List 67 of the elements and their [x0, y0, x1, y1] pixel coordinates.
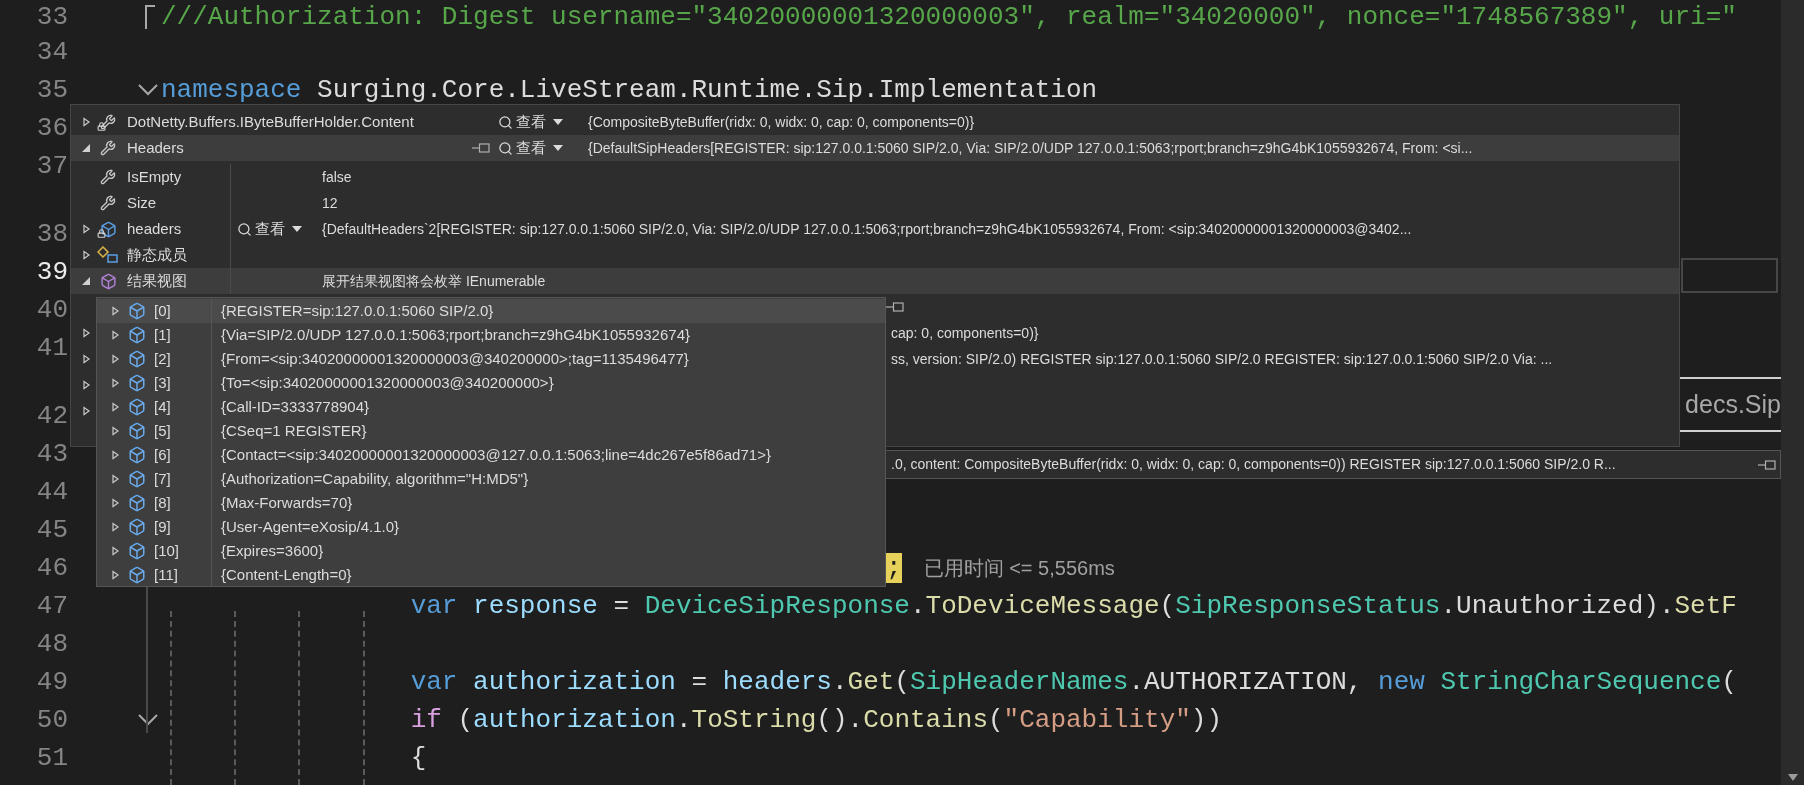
line-number: 33 — [35, 3, 68, 30]
item-value: false — [322, 167, 352, 187]
line-number: 37 — [35, 153, 68, 179]
item-value: {User-Agent=eXosip/4.1.0} — [220, 516, 400, 537]
line-number: 36 — [35, 115, 68, 141]
item-value: {CSeq=1 REGISTER} — [220, 420, 367, 441]
item-name: [7] — [154, 468, 171, 489]
line-number: 34 — [35, 39, 68, 65]
line-number: 48 — [35, 631, 68, 657]
item-value: {From=<sip:34020000001320000003@340200000>;tag=1135496477} — [220, 348, 689, 369]
item-value: 12 — [322, 193, 338, 213]
item-name: headers — [127, 218, 182, 239]
line-number: 39 — [35, 259, 68, 285]
code-line: ///Authorization: Digest username="34020000001320000003", realm="34020000", nonce="1748567389", uri=" — [161, 3, 1737, 30]
item-value: {Call-ID=3333778904} — [220, 396, 370, 417]
item-name: [0] — [154, 300, 171, 321]
item-value: 展开结果视图将会枚举 IEnumerable — [322, 271, 546, 291]
item-name: Size — [127, 192, 157, 213]
item-name: [9] — [154, 516, 171, 537]
line-number: 44 — [35, 479, 68, 505]
item-value: cap: 0, components=0)} — [891, 323, 1039, 343]
line-number: 51 — [35, 745, 68, 771]
item-value: .0, content: CompositeByteBuffer(ridx: 0, widx: 0, cap: 0, components=0)) REGISTER sip:127.0.0.1:5060 SIP/2.0 R... — [891, 455, 1616, 474]
item-name: [10] — [154, 540, 180, 561]
line-number: 38 — [35, 221, 68, 247]
item-name: IsEmpty — [127, 166, 182, 187]
item-name: [2] — [154, 348, 171, 369]
item-name: Headers — [127, 137, 184, 158]
line-number: 41 — [35, 335, 68, 361]
line-number: 46 — [35, 555, 68, 581]
item-value: {To=<sip:34020000001320000003@340200000>} — [220, 372, 554, 393]
line-number: 43 — [35, 441, 68, 467]
line-number: 50 — [35, 707, 68, 733]
line-number: 49 — [35, 669, 68, 695]
code-line: var authorization = headers.Get(SipHeaderNames.AUTHORIZATION, new StringCharSequence( — [409, 669, 1737, 695]
item-value: {Authorization=Capability, algorithm="H:MD5"} — [220, 468, 529, 489]
line-number: 45 — [35, 517, 68, 543]
item-value: {Content-Length=0} — [220, 564, 352, 585]
item-name: 静态成员 — [127, 244, 187, 265]
item-name: [8] — [154, 492, 171, 513]
line-number: 40 — [35, 297, 68, 323]
line-number: 42 — [35, 403, 68, 429]
line-number: 35 — [35, 77, 68, 103]
code-line: if (authorization.ToString().Contains("Capability")) — [409, 707, 1223, 733]
code-line: namespace Surging.Core.LiveStream.Runtime.Sip.Implementation — [161, 77, 1098, 103]
item-value: {Contact=<sip:34020000001320000003@127.0.0.1:5063;line=4dc267e5f86ad71>} — [220, 444, 771, 465]
item-value: {CompositeByteBuffer(ridx: 0, widx: 0, cap: 0, components=0)} — [588, 112, 975, 132]
item-value: {DefaultHeaders`2[REGISTER: sip:127.0.0.1:5060 SIP/2.0, Via: SIP/2.0/UDP 127.0.0.1:5063;rport;branch=z9hG4bK1055932674, From: <sip:34020000001320000003@3402... — [322, 219, 1412, 239]
performance-tip: 已用时间 <= 5,556ms — [923, 558, 1115, 578]
code-line: var response = DeviceSipResponse.ToDeviceMessage(SipResponseStatus.Unauthorized).SetF — [409, 593, 1737, 619]
item-value: {DefaultSipHeaders[REGISTER: sip:127.0.0.1:5060 SIP/2.0, Via: SIP/2.0/UDP 127.0.0.1:5063;rport;branch=z9hG4bK1055932674, From: <si... — [588, 138, 1473, 158]
item-name: DotNetty.Buffers.IByteBufferHolder.Content — [127, 111, 414, 132]
item-name: [4] — [154, 396, 171, 417]
item-name: [6] — [154, 444, 171, 465]
item-name: 结果视图 — [127, 270, 187, 291]
item-value: {Via=SIP/2.0/UDP 127.0.0.1:5063;rport;branch=z9hG4bK1055932674} — [220, 324, 690, 345]
item-value: {Expires=3600} — [220, 540, 324, 561]
code-line: { — [409, 745, 427, 771]
item-name: [3] — [154, 372, 171, 393]
code-fragment: decs.Sip — [1685, 388, 1781, 420]
item-value: {Max-Forwards=70} — [220, 492, 353, 513]
item-name: [1] — [154, 324, 171, 345]
item-value: {REGISTER=sip:127.0.0.1:5060 SIP/2.0} — [220, 300, 494, 321]
line-number: 47 — [35, 593, 68, 619]
item-name: [11] — [154, 564, 178, 585]
item-name: [5] — [154, 420, 171, 441]
item-value: ss, version: SIP/2.0) REGISTER sip:127.0.0.1:5060 SIP/2.0 REGISTER: sip:127.0.0.1:5060 SIP/2.0 Via: ... — [891, 349, 1553, 369]
